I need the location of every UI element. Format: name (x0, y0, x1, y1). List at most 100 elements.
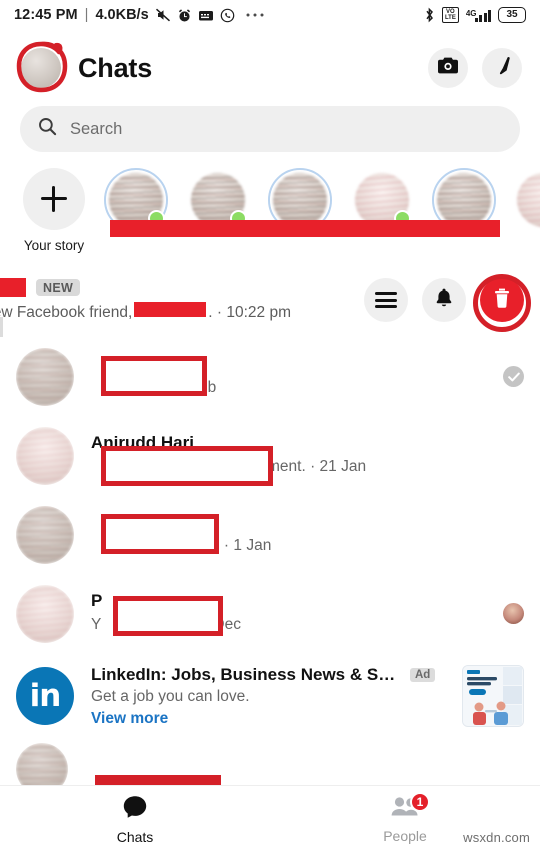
avatar-image (16, 584, 74, 643)
camera-button[interactable] (428, 48, 468, 88)
chat-avatar (16, 584, 74, 643)
search-input[interactable]: Search (70, 120, 122, 139)
add-story-button[interactable] (23, 168, 85, 230)
redaction-box (101, 356, 207, 396)
chat-bubble-icon (122, 794, 148, 825)
ad-title: LinkedIn: Jobs, Business News & Soci... (91, 664, 401, 684)
whatsapp-icon (220, 8, 235, 23)
status-bar-right: VO LTE 4G 35 (424, 7, 526, 23)
camera-icon (437, 56, 459, 80)
redacted-name-block (0, 278, 26, 297)
seen-avatar (503, 603, 524, 624)
chat-row[interactable]: Anirudd Hari ment. · 21 Jan (0, 416, 540, 495)
watermark: wsxdn.com (463, 830, 530, 845)
chat-row[interactable]: P Y Dec (0, 574, 540, 653)
page-title: Chats (78, 52, 153, 83)
chat-status (495, 603, 524, 624)
status-time: 12:45 PM (14, 7, 78, 23)
edit-icon (492, 56, 512, 81)
bell-icon (434, 287, 454, 313)
linkedin-logo-text: in (29, 678, 62, 714)
redaction-box (101, 514, 219, 554)
signal-icon: 4G (466, 9, 491, 22)
battery-indicator: 35 (498, 7, 526, 23)
bottom-navigation: Chats 1 People wsxdn.com (0, 785, 540, 853)
stories-row[interactable]: Your story (0, 152, 540, 263)
ad-view-more-link[interactable]: View more (91, 710, 452, 728)
notification-text: NEW ur new Facebook friend, . · 10:22 pm (0, 278, 291, 322)
profile-avatar[interactable] (16, 41, 68, 93)
people-badge: 1 (410, 792, 430, 812)
menu-button[interactable] (364, 278, 408, 322)
search-icon (38, 117, 57, 141)
story-ring (512, 168, 540, 232)
chat-avatar (16, 426, 74, 485)
delivered-check-icon (503, 366, 524, 387)
alarm-icon (177, 8, 192, 23)
chat-status (495, 366, 524, 387)
trash-icon (492, 287, 512, 314)
nav-people-label: People (383, 828, 427, 844)
notification-title-line: NEW (0, 278, 291, 297)
story-avatar (273, 173, 327, 227)
mute-icon (155, 7, 171, 23)
app-header: Chats (0, 30, 540, 106)
row-divider (0, 317, 3, 337)
story-avatar (437, 173, 491, 227)
chat-preview-suffix: e · 1 Jan (211, 537, 272, 554)
notification-row[interactable]: NEW ur new Facebook friend, . · 10:22 pm (0, 263, 540, 337)
search-section: Search (0, 106, 540, 152)
story-item[interactable] (512, 168, 540, 232)
chat-row[interactable]: e · 1 Jan (0, 495, 540, 574)
chat-avatar (16, 505, 74, 564)
chat-content: e · 1 Jan (91, 512, 516, 557)
header-actions (428, 48, 522, 88)
avatar-image (16, 505, 74, 564)
bluetooth-icon (424, 7, 435, 23)
mute-button[interactable] (422, 278, 466, 322)
notification-preview-prefix: ur new Facebook friend, (0, 304, 133, 321)
ad-subtitle: Get a job you can love. (91, 687, 250, 705)
more-dots-icon (245, 12, 265, 18)
new-badge: NEW (36, 279, 81, 296)
chat-avatar (16, 347, 74, 406)
chat-list: eb Anirudd Hari ment. · 21 Jan e · 1 Jan… (0, 337, 540, 801)
search-bar[interactable]: Search (20, 106, 520, 152)
stories-redaction-bar (110, 220, 500, 237)
ad-badge: Ad (410, 667, 436, 682)
messages-icon (198, 8, 214, 23)
plus-icon (41, 186, 67, 212)
chat-content: eb (91, 354, 495, 399)
ad-content: LinkedIn: Jobs, Business News & Soci... … (91, 665, 452, 728)
compose-button[interactable] (482, 48, 522, 88)
volte-icon: VO LTE (441, 7, 459, 23)
chat-preview-suffix: ment. · 21 Jan (267, 458, 367, 475)
notification-preview-suffix: . · 10:22 pm (208, 304, 292, 321)
redacted-friend-name (134, 302, 207, 317)
nav-chats-label: Chats (116, 829, 154, 845)
chat-preview-prefix: Y (91, 616, 102, 633)
ad-thumbnail[interactable] (462, 665, 524, 727)
sponsored-ad-row[interactable]: in LinkedIn: Jobs, Business News & Soci.… (0, 653, 540, 739)
network-speed: 4.0KB/s (95, 7, 149, 23)
status-separator: | (84, 7, 89, 23)
delete-button[interactable] (480, 278, 524, 322)
chat-row[interactable]: eb (0, 337, 540, 416)
notification-preview: ur new Facebook friend, . · 10:22 pm (0, 302, 291, 322)
status-bar: 12:45 PM | 4.0KB/s VO LTE 4G 35 (0, 0, 540, 30)
ad-title-line: LinkedIn: Jobs, Business News & Soci... … (91, 665, 452, 685)
redaction-box (101, 446, 273, 486)
avatar-image (16, 426, 74, 485)
your-story[interactable]: Your story (20, 168, 88, 253)
chat-content: Anirudd Hari ment. · 21 Jan (91, 433, 516, 486)
notification-actions (364, 274, 540, 332)
avatar-image (16, 347, 74, 406)
chat-content: P Y Dec (91, 591, 495, 636)
profile-avatar-image (21, 48, 61, 88)
redaction-box (113, 596, 223, 636)
status-bar-left: 12:45 PM | 4.0KB/s (14, 7, 265, 23)
your-story-label: Your story (23, 238, 85, 253)
linkedin-logo-icon: in (16, 667, 74, 725)
nav-chats[interactable]: Chats (0, 786, 270, 853)
messenger-app-screen: 12:45 PM | 4.0KB/s VO LTE 4G 35 Chats Se… (0, 0, 540, 853)
